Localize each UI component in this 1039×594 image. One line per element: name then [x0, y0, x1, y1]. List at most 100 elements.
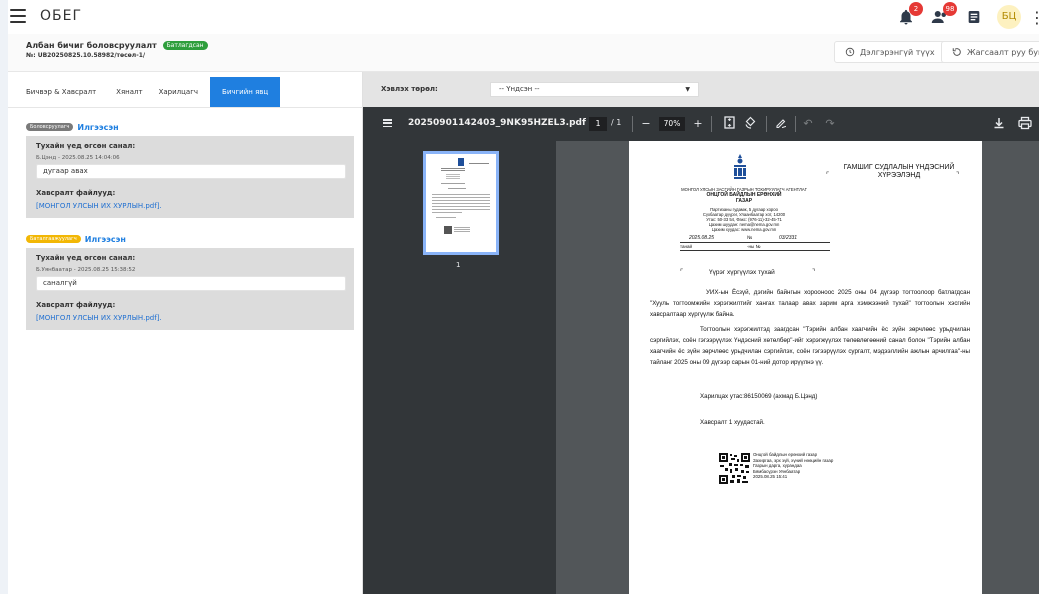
users-badge: 98	[943, 2, 957, 16]
status-badge: Батлагдсан	[162, 41, 208, 50]
page-number-input[interactable]: 1	[589, 117, 607, 131]
zoom-out-button[interactable]: −	[639, 116, 653, 132]
thumbnail-number: 1	[456, 261, 461, 269]
attachments-label: Хавсралт файлууд:	[36, 301, 116, 309]
history-button-label: Дэлгэрэнгүй түүх	[860, 47, 935, 57]
users-icon[interactable]: 98	[929, 2, 957, 28]
org-line: ГАЗАР	[669, 198, 819, 204]
document-title-text: Албан бичиг боловсруулалт	[26, 41, 157, 50]
page-thumbnail[interactable]	[423, 151, 499, 255]
download-icon[interactable]	[991, 115, 1007, 131]
tab-document-flow[interactable]: Бичгийн явц	[210, 77, 281, 107]
flow-box: Тухайн үед өгсөн санал: Б.Уянбаатар - 20…	[26, 248, 354, 330]
comment-meta: Б.Уянбаатар - 2025.08.25 15:38:52	[36, 267, 136, 273]
history-button[interactable]: Дэлгэрэнгүй түүх	[834, 41, 946, 63]
to-underline	[680, 250, 830, 251]
rotate-icon[interactable]	[743, 116, 757, 132]
pdf-toolbar: 20250901142403_9NK95HZEL3.pdf 1 / 1 − 70…	[363, 107, 1039, 141]
role-badge: Боловсруулагч	[26, 123, 74, 131]
toolbar-divider	[711, 116, 712, 132]
subject: Үүрэг хүргүүлэх тухай	[709, 269, 775, 276]
pdf-filename: 20250901142403_9NK95HZEL3.pdf	[408, 118, 586, 128]
tab-contacts[interactable]: Харилцагч	[151, 77, 206, 107]
comment-meta: Б.Цэнд - 2025.08.25 14:04:06	[36, 155, 120, 161]
zoom-in-button[interactable]: +	[691, 116, 705, 132]
number-label: №	[747, 235, 753, 241]
document-title: Албан бичиг боловсруулалт Батлагдсан	[26, 41, 208, 50]
pdf-document-area: МОНГОЛ УЛСЫН ЗАСГИЙН ГАЗРЫН ТОХИРУУЛАГЧ …	[556, 141, 1039, 594]
attachment-link[interactable]: [МОНГОЛ УЛСЫН ИХ ХУРЛЫН.pdf].	[36, 202, 346, 210]
qr-code-icon	[719, 453, 750, 484]
date-underline	[680, 242, 830, 243]
zoom-input[interactable]: 70%	[659, 117, 685, 131]
attachment-link[interactable]: [МОНГОЛ УЛСЫН ИХ ХУРЛЫН.pdf].	[36, 314, 346, 322]
tab-divider	[8, 107, 363, 108]
notification-badge: 2	[909, 2, 923, 16]
flow-entry: Баталгаажуулагч Илгээсэн Тухайн үед өгсө…	[26, 232, 354, 330]
print-type-label: Хэвлэх төрөл:	[381, 85, 438, 93]
attachments-label: Хавсралт файлууд:	[36, 189, 116, 197]
corner-mark: ⌝	[812, 269, 816, 276]
body-paragraph: УИХ-ын Ёсзүй, дэгийн байнгын хорооноос 2…	[650, 289, 970, 318]
pdf-menu-icon[interactable]	[383, 119, 392, 127]
contact-line: Харилцах утас:86150069 (ахмад Б.Цэнд)	[700, 393, 818, 400]
toolbar-divider	[632, 116, 633, 132]
to-label: танай	[680, 244, 693, 249]
corner-mark: ⌜	[826, 172, 830, 179]
document-header: Албан бичиг боловсруулалт Батлагдсан №: …	[8, 34, 1039, 72]
back-to-list-label: Жагсаалт руу буцах	[967, 47, 1039, 57]
left-panel: Бичвэр & Хавсралт Хяналт Харилцагч Бичги…	[8, 72, 363, 594]
soyombo-emblem-icon	[734, 154, 746, 179]
page-total: / 1	[611, 118, 622, 127]
comment-label: Тухайн үед өгсөн санал:	[36, 142, 136, 150]
app-title: ОБЕГ	[40, 8, 83, 24]
back-to-list-button[interactable]: Жагсаалт руу буцах	[941, 41, 1039, 63]
tab-control[interactable]: Хяналт	[108, 77, 150, 107]
flow-entry: Боловсруулагч Илгээсэн Тухайн үед өгсөн …	[26, 120, 354, 218]
org-address-line: Цахим хуудас: www.nema.gov.mn	[711, 227, 777, 233]
signature-line: 2025.08.25 15:41	[753, 474, 788, 480]
tab-bar: Бичвэр & Хавсралт Хяналт Харилцагч Бичги…	[8, 77, 281, 107]
top-bar: ОБЕГ 2 98 БЦ ⋮	[0, 0, 1039, 34]
signature-block: Онцгой байдлын ерөнхий газар Захиргаа, э…	[753, 452, 833, 480]
document-date: 2025.08.25	[689, 235, 715, 241]
toolbar-divider	[766, 116, 767, 132]
attachment-line: Хавсралт 1 хуудастай.	[700, 419, 765, 426]
top-icons: 2 98 БЦ ⋮	[883, 2, 1039, 31]
recipient: ГАМШИГ СУДЛАЛЫН ҮНДЭСНИЙ ХҮРЭЭЛЭНД	[843, 164, 955, 179]
body-paragraph: Тогтоолын хэрэгжилтэд заагдсан "Тэрийн а…	[650, 326, 970, 366]
fit-page-icon[interactable]	[722, 116, 736, 132]
flow-box: Тухайн үед өгсөн санал: Б.Цэнд - 2025.08…	[26, 136, 354, 218]
corner-mark: ⌜	[680, 269, 684, 276]
flow-status: Илгээсэн	[77, 122, 119, 132]
comment-field[interactable]: дугаар авах	[36, 164, 346, 179]
document-number: №: UB20250825.10.58982/төсөл-1/	[26, 52, 146, 59]
document-icon[interactable]	[963, 6, 985, 28]
print-type-bar: Хэвлэх төрөл: -- Үндсэн -- ▼	[363, 72, 1039, 107]
flow-status: Илгээсэн	[84, 234, 126, 244]
undo-icon[interactable]: ↶	[801, 116, 815, 132]
to-number-label: -ны №	[747, 244, 761, 249]
notification-bell-icon[interactable]: 2	[895, 2, 923, 28]
org-line-bold: ГАЗАР	[735, 198, 753, 205]
avatar[interactable]: БЦ	[997, 5, 1021, 29]
more-vertical-icon[interactable]: ⋮	[1029, 8, 1039, 27]
pdf-page: МОНГОЛ УЛСЫН ЗАСГИЙН ГАЗРЫН ТОХИРУУЛАГЧ …	[629, 141, 982, 594]
redo-icon[interactable]: ↷	[823, 116, 837, 132]
menu-icon[interactable]	[10, 9, 26, 23]
left-edge-strip	[0, 0, 8, 594]
tab-text-attachments[interactable]: Бичвэр & Хавсралт	[8, 77, 104, 107]
print-type-select[interactable]: -- Үндсэн -- ▼	[490, 82, 699, 97]
chevron-down-icon: ▼	[685, 86, 690, 93]
flow-entry-head: Баталгаажуулагч Илгээсэн	[26, 232, 354, 246]
comment-field[interactable]: саналгүй	[36, 276, 346, 291]
org-address: Партизаны гудамж, 5 дугаар хороо Сүхбаат…	[669, 207, 819, 233]
print-icon[interactable]	[1017, 115, 1033, 131]
thumbnail-pane: 1	[363, 141, 556, 594]
print-type-value: -- Үндсэн --	[499, 85, 540, 93]
toolbar-divider	[795, 116, 796, 132]
annotate-pen-icon[interactable]	[774, 116, 788, 132]
role-badge: Баталгаажуулагч	[26, 235, 81, 243]
organization-block: МОНГОЛ УЛСЫН ЗАСГИЙН ГАЗРЫН ТОХИРУУЛАГЧ …	[669, 187, 819, 233]
org-line-bold: ОНЦГОЙ БАЙДЛЫН ЕРӨНХИЙ	[706, 192, 782, 199]
